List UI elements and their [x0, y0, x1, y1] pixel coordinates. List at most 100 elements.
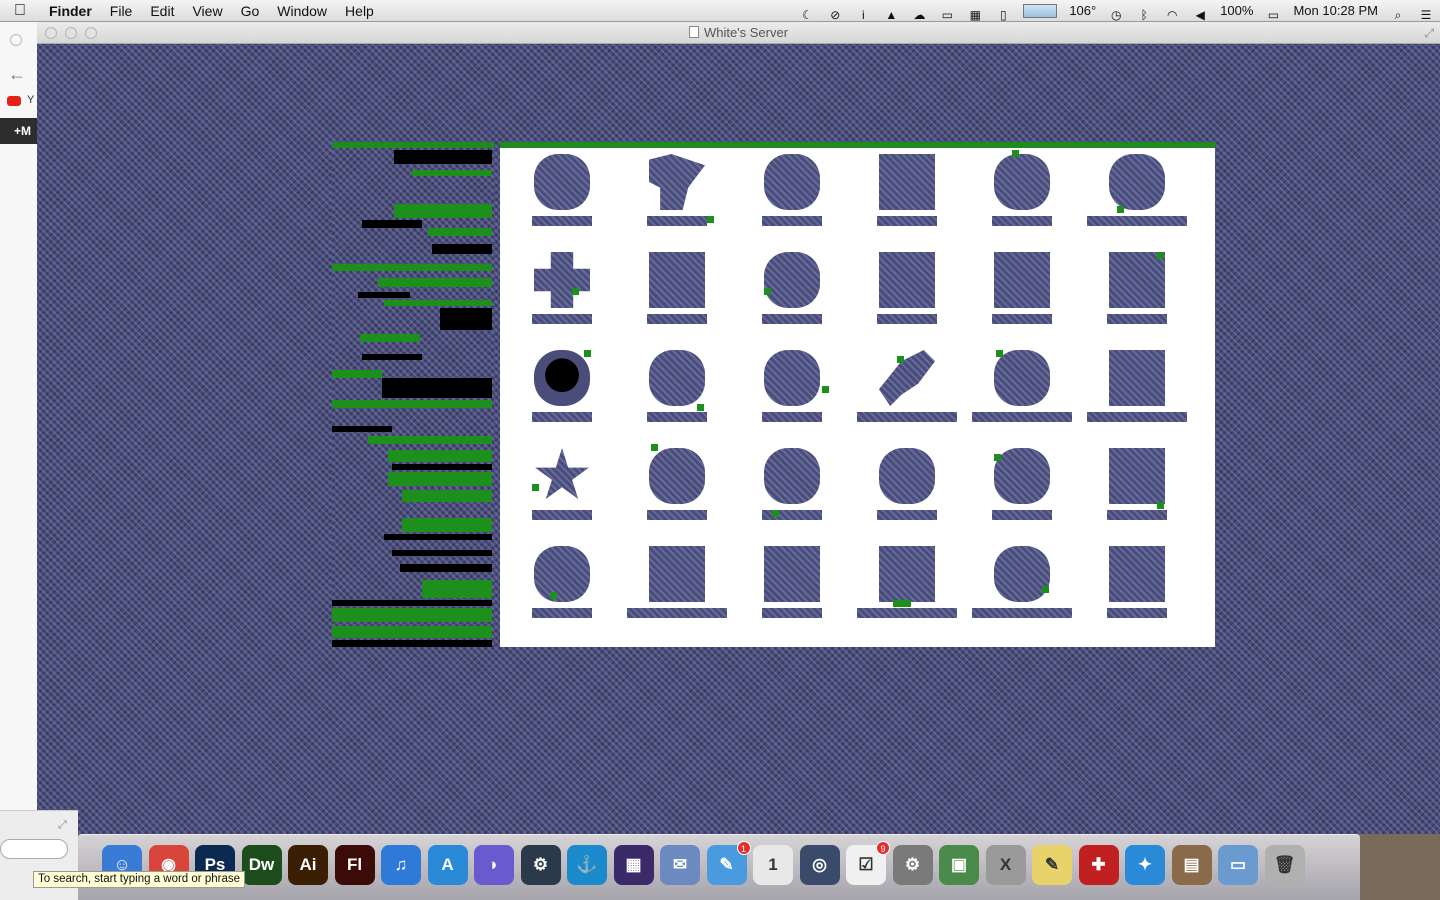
spotlight-search-icon[interactable]: ⌕: [1390, 4, 1406, 22]
info-icon[interactable]: i: [855, 4, 871, 22]
youtube-bookmark-label[interactable]: Y: [27, 94, 34, 106]
do-not-disturb-icon[interactable]: ⊘: [827, 4, 843, 22]
cloud-icon[interactable]: ☁: [911, 4, 927, 22]
panel-bar: [394, 204, 492, 218]
panel-bar: [332, 600, 492, 606]
dock-illustrator-icon[interactable]: Ai: [288, 845, 328, 885]
panel-bar: [432, 244, 492, 254]
dock-itunes-icon[interactable]: ♫: [381, 845, 421, 885]
inventory-slot[interactable]: [627, 248, 727, 338]
window-titlebar[interactable]: White's Server ⤢: [37, 22, 1440, 44]
dock-grid-app-icon[interactable]: ▦: [613, 845, 654, 885]
panel-bar: [422, 580, 492, 598]
back-arrow-icon[interactable]: ←: [8, 64, 26, 85]
inventory-slot[interactable]: [512, 346, 612, 436]
dock-game-icon[interactable]: ✚: [1078, 845, 1119, 885]
menu-app-finder[interactable]: Finder: [40, 0, 101, 22]
dock-transmission-icon[interactable]: ⚓: [567, 845, 607, 885]
menu-view[interactable]: View: [183, 0, 231, 22]
inventory-slot[interactable]: [972, 150, 1072, 240]
menu-go[interactable]: Go: [232, 0, 269, 22]
inventory-slot[interactable]: [512, 542, 612, 632]
clock[interactable]: Mon 10:28 PM: [1287, 0, 1384, 22]
inventory-slot[interactable]: [512, 248, 612, 338]
inventory-slot[interactable]: [742, 444, 842, 534]
dock-calendar-icon[interactable]: 1: [753, 845, 793, 885]
menu-window[interactable]: Window: [268, 0, 336, 22]
dock-steam-icon[interactable]: ⚙: [520, 845, 561, 885]
menu-edit[interactable]: Edit: [141, 0, 183, 22]
battery-icon[interactable]: ▭: [1265, 4, 1281, 22]
inventory-slot[interactable]: [627, 346, 727, 436]
inventory-slot[interactable]: [857, 444, 957, 534]
cpu-icon[interactable]: ▯: [995, 4, 1011, 22]
notification-center-icon[interactable]: ☰: [1418, 4, 1434, 22]
google-bar-item[interactable]: +M: [0, 118, 40, 144]
dock-system-preferences-icon[interactable]: ⚙: [892, 845, 933, 885]
panel-bar: [382, 378, 492, 398]
time-machine-icon[interactable]: ◷: [1108, 4, 1124, 22]
dock-bittorrent-icon[interactable]: ◗: [474, 845, 514, 885]
browser-close-button[interactable]: [10, 34, 22, 46]
background-browser-window[interactable]: ← Y +M: [0, 22, 40, 812]
dock-images-folder-icon[interactable]: ▤: [1171, 845, 1212, 885]
fullscreen-icon[interactable]: ⤢: [1424, 26, 1434, 41]
dock-preview-icon[interactable]: ▣: [939, 845, 979, 885]
dock-dreamweaver-icon[interactable]: Dw: [241, 845, 282, 885]
inventory-slot[interactable]: [742, 248, 842, 338]
search-field[interactable]: [0, 839, 68, 859]
dock-photo-booth-icon[interactable]: ◎: [799, 845, 840, 885]
inventory-slot[interactable]: [512, 150, 612, 240]
inventory-slot[interactable]: [972, 248, 1072, 338]
inventory-slot[interactable]: [1087, 444, 1187, 534]
dock-flash-icon[interactable]: Fl: [334, 845, 375, 885]
temperature-readout[interactable]: 106°: [1063, 0, 1102, 22]
inventory-slot[interactable]: [857, 542, 957, 632]
panel-bar: [384, 534, 492, 540]
inventory-slot[interactable]: [972, 542, 1072, 632]
inventory-slot[interactable]: [857, 346, 957, 436]
temperature-gauge[interactable]: [1023, 3, 1058, 18]
inventory-slot[interactable]: [627, 444, 727, 534]
dock-app-store-icon[interactable]: A: [427, 845, 468, 885]
inventory-slot[interactable]: [742, 346, 842, 436]
panel-bar: [362, 220, 422, 228]
menu-help[interactable]: Help: [336, 0, 383, 22]
inventory-slot[interactable]: [742, 150, 842, 240]
inventory-slot[interactable]: [972, 444, 1072, 534]
inventory-slot[interactable]: [512, 444, 612, 534]
inventory-panel[interactable]: [500, 142, 1215, 647]
dock-stickies-icon[interactable]: ✎: [1032, 845, 1072, 885]
inventory-slot[interactable]: [1087, 150, 1187, 240]
inventory-slot[interactable]: [972, 346, 1072, 436]
menu-file[interactable]: File: [101, 0, 142, 22]
volume-icon[interactable]: ◀: [1192, 4, 1208, 22]
creative-cloud-icon[interactable]: ☾: [799, 4, 815, 22]
inventory-slot[interactable]: [1087, 248, 1187, 338]
inventory-slot[interactable]: [742, 542, 842, 632]
game-side-panel[interactable]: [332, 142, 494, 647]
dock-x11-icon[interactable]: X: [985, 845, 1026, 885]
expand-icon[interactable]: ⤢: [58, 819, 67, 832]
dock-mail-icon[interactable]: ✉: [660, 845, 700, 885]
apple-menu-icon[interactable]: : [0, 2, 40, 20]
drive-icon[interactable]: ▲: [883, 4, 899, 22]
inventory-slot[interactable]: [627, 150, 727, 240]
inventory-slot[interactable]: [1087, 542, 1187, 632]
dock-trash-icon[interactable]: 🗑: [1264, 845, 1305, 885]
panel-bar: [412, 170, 492, 176]
inventory-slot[interactable]: [857, 248, 957, 338]
bluetooth-icon[interactable]: ᛒ: [1136, 4, 1152, 22]
panel-bar: [332, 608, 492, 622]
inventory-slot[interactable]: [627, 542, 727, 632]
dock-downloads-folder-icon[interactable]: ▭: [1218, 845, 1258, 885]
airplay-icon[interactable]: ▭: [939, 4, 955, 22]
battery-percent[interactable]: 100%: [1214, 0, 1259, 22]
inventory-slot[interactable]: [857, 150, 957, 240]
memory-icon[interactable]: ▦: [967, 4, 983, 22]
dock-safari-icon[interactable]: ✦: [1125, 845, 1165, 885]
game-canvas[interactable]: [37, 44, 1440, 834]
wifi-icon[interactable]: ◠: [1164, 4, 1180, 22]
youtube-icon[interactable]: [7, 96, 21, 106]
inventory-slot[interactable]: [1087, 346, 1187, 436]
